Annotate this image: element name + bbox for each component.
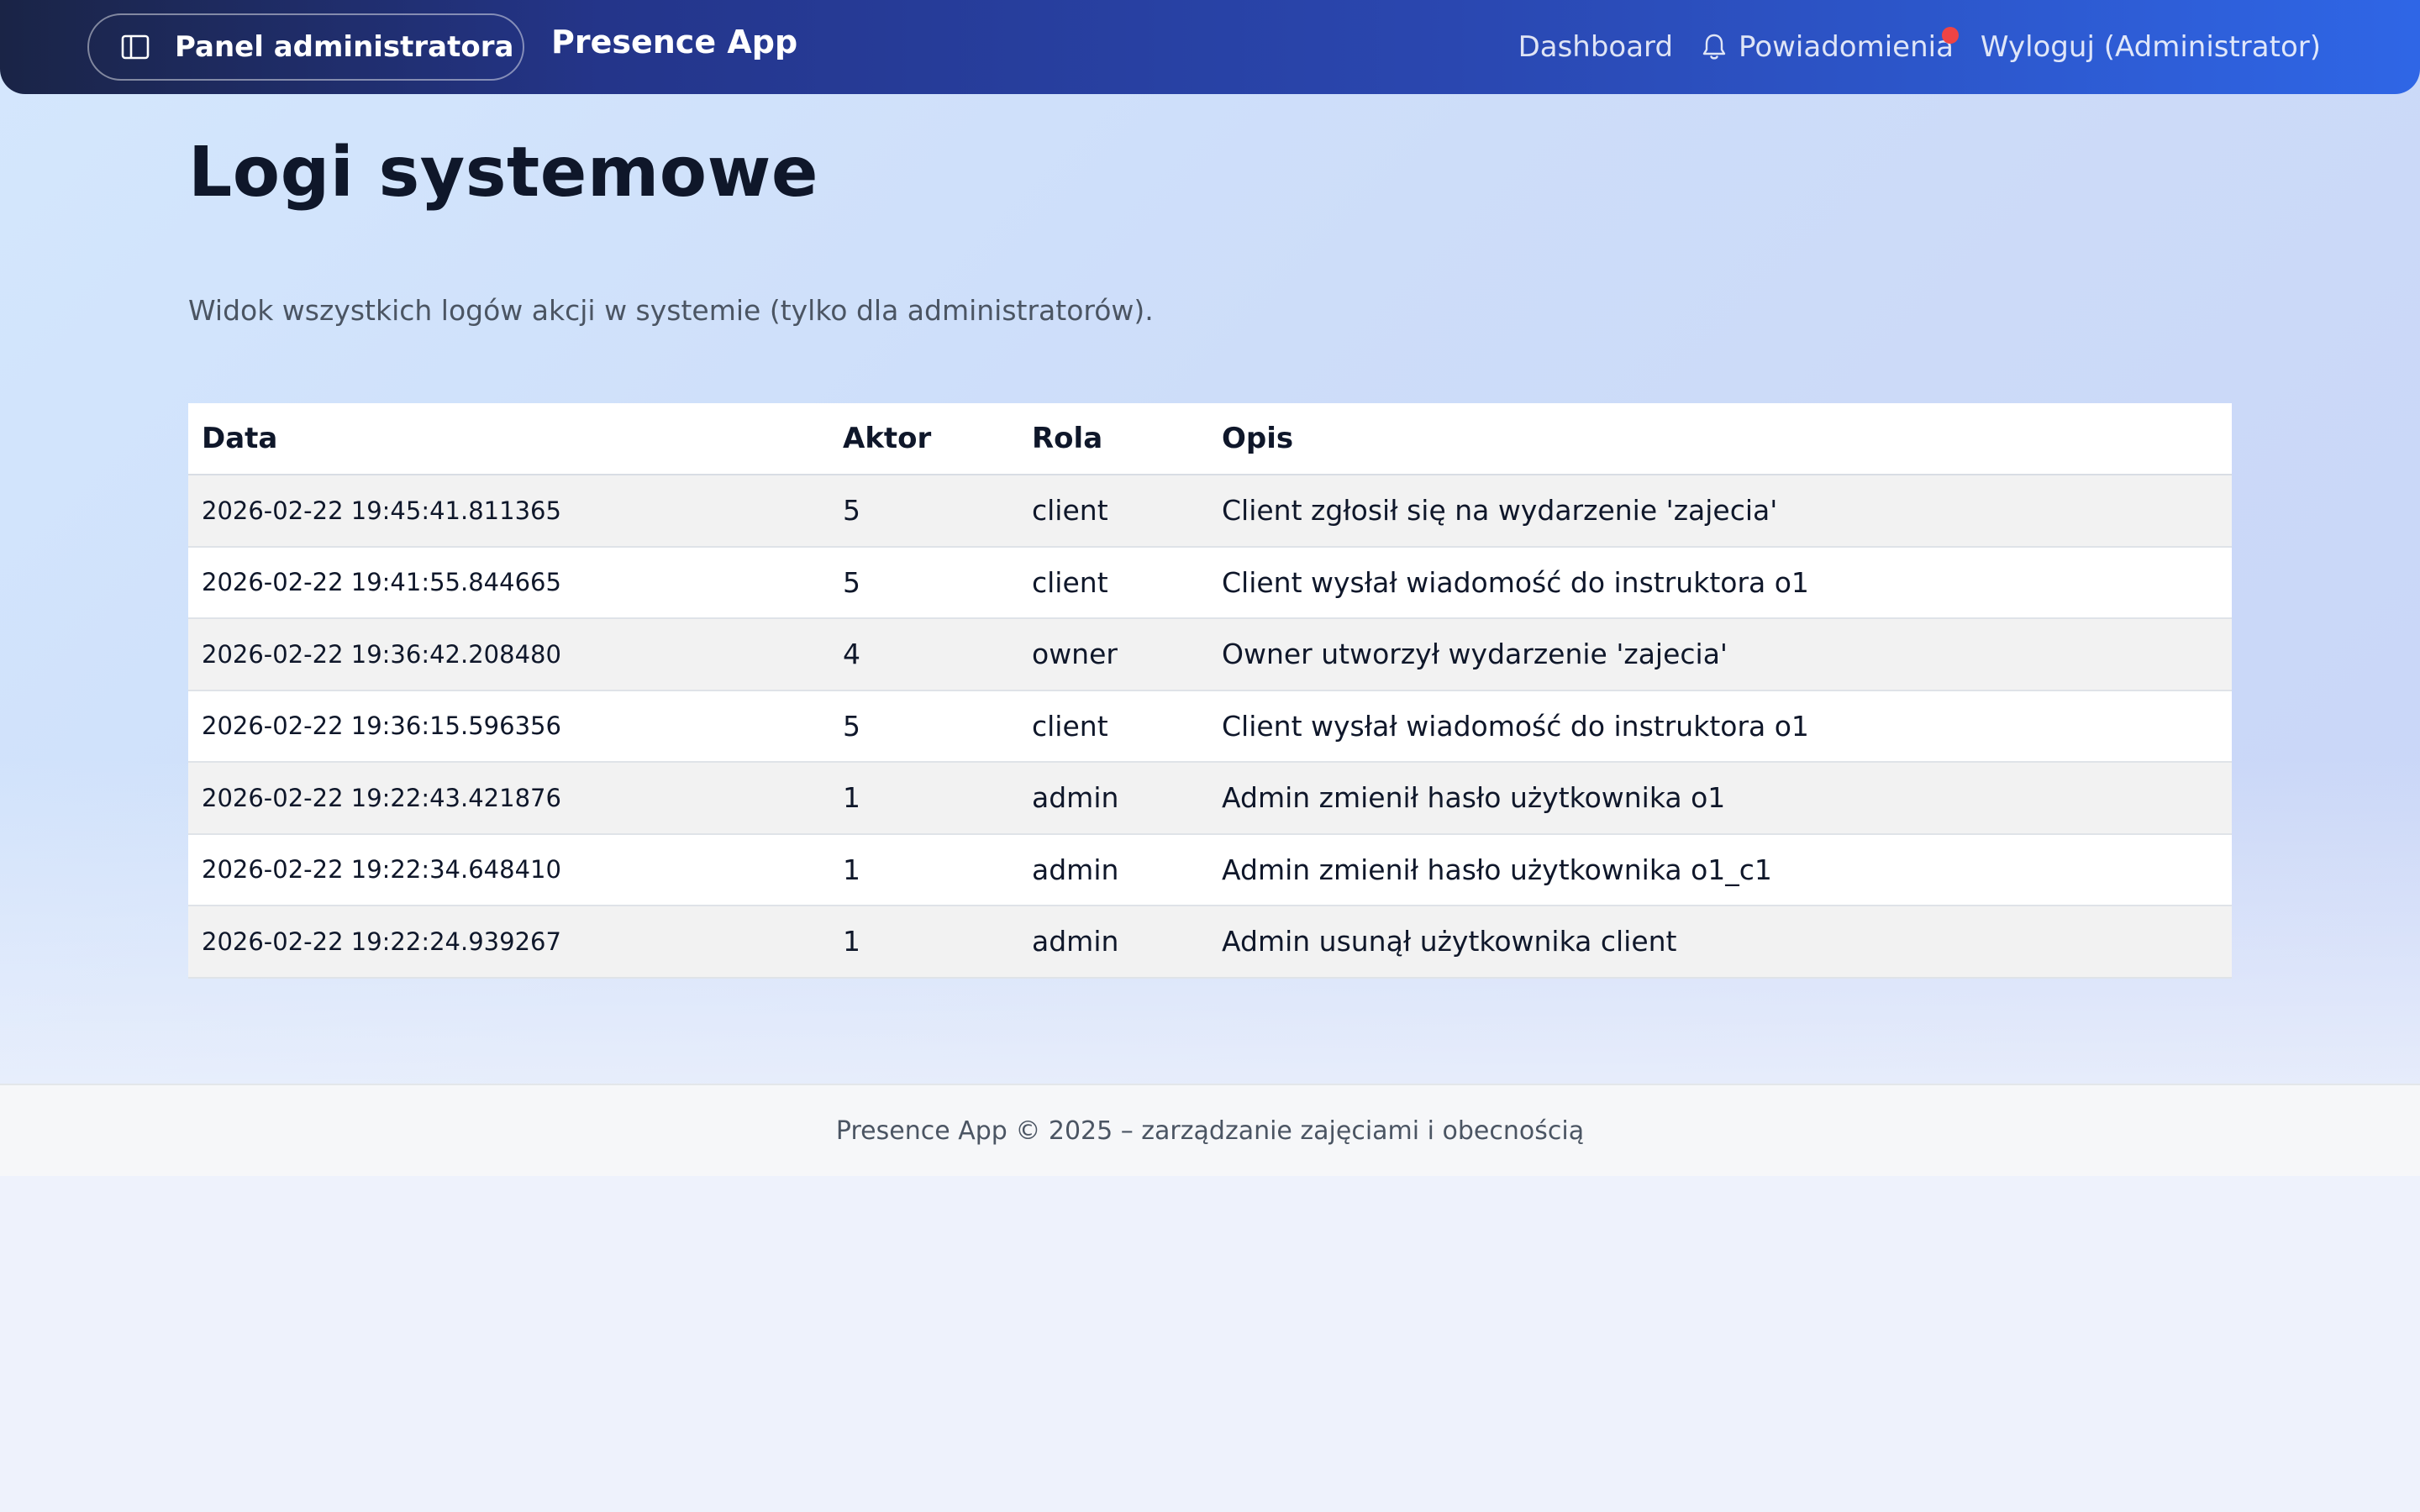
cell-date: 2026-02-22 19:45:41.811365 xyxy=(188,475,829,548)
cell-date: 2026-02-22 19:22:24.939267 xyxy=(188,906,829,979)
cell-role: admin xyxy=(1018,762,1208,835)
admin-panel-label: Panel administratora xyxy=(175,30,514,64)
cell-actor: 1 xyxy=(829,762,1018,835)
header-date: Data xyxy=(188,403,829,475)
cell-actor: 5 xyxy=(829,546,1018,619)
header-description: Opis xyxy=(1208,403,2232,475)
table-row: 2026-02-22 19:45:41.811365 5 client Clie… xyxy=(188,475,2232,548)
cell-description: Client zgłosił się na wydarzenie 'zajeci… xyxy=(1208,475,2232,548)
page-title: Logi systemowe xyxy=(188,133,818,213)
table-row: 2026-02-22 19:22:43.421876 1 admin Admin… xyxy=(188,762,2232,835)
cell-actor: 4 xyxy=(829,618,1018,691)
page-footer: Presence App © 2025 – zarządzanie zajęci… xyxy=(0,1084,2420,1176)
table-row: 2026-02-22 19:22:34.648410 1 admin Admin… xyxy=(188,833,2232,906)
cell-role: client xyxy=(1018,475,1208,548)
nav-notifications-link[interactable]: Powiadomienia xyxy=(1702,27,1959,64)
cell-description: Client wysłał wiadomość do instruktora o… xyxy=(1208,690,2232,763)
cell-date: 2026-02-22 19:22:34.648410 xyxy=(188,833,829,906)
notification-badge-dot xyxy=(1941,27,1959,44)
cell-description: Owner utworzył wydarzenie 'zajecia' xyxy=(1208,618,2232,691)
cell-role: client xyxy=(1018,690,1208,763)
cell-role: owner xyxy=(1018,618,1208,691)
cell-date: 2026-02-22 19:36:42.208480 xyxy=(188,618,829,691)
cell-actor: 1 xyxy=(829,833,1018,906)
nav-dashboard-link[interactable]: Dashboard xyxy=(1518,30,1673,64)
cell-description: Client wysłał wiadomość do instruktora o… xyxy=(1208,546,2232,619)
cell-description: Admin zmienił hasło użytkownika o1_c1 xyxy=(1208,833,2232,906)
table-row: 2026-02-22 19:22:24.939267 1 admin Admin… xyxy=(188,906,2232,979)
logout-link[interactable]: Wyloguj (Administrator) xyxy=(1981,30,2321,64)
cell-date: 2026-02-22 19:22:43.421876 xyxy=(188,762,829,835)
cell-description: Admin usunął użytkownika client xyxy=(1208,906,2232,979)
admin-panel-button[interactable]: Panel administratora xyxy=(87,13,524,81)
table-row: 2026-02-22 19:36:42.208480 4 owner Owner… xyxy=(188,618,2232,691)
table-row: 2026-02-22 19:36:15.596356 5 client Clie… xyxy=(188,690,2232,763)
page-description: Widok wszystkich logów akcji w systemie … xyxy=(188,294,1154,327)
cell-date: 2026-02-22 19:41:55.844665 xyxy=(188,546,829,619)
nav-links: Dashboard Powiadomienia Wyloguj (Adminis… xyxy=(1518,0,2321,94)
footer-text: Presence App © 2025 – zarządzanie zajęci… xyxy=(835,1116,1585,1146)
cell-actor: 1 xyxy=(829,906,1018,979)
brand-link[interactable]: Presence App xyxy=(551,24,797,60)
cell-role: client xyxy=(1018,546,1208,619)
sidebar-toggle-icon xyxy=(121,34,150,60)
cell-role: admin xyxy=(1018,906,1208,979)
notifications-label: Powiadomienia xyxy=(1739,30,1954,64)
bell-icon xyxy=(1702,34,1726,60)
header-actor: Aktor xyxy=(829,403,1018,475)
cell-actor: 5 xyxy=(829,475,1018,548)
top-navbar: Panel administratora Presence App Dashbo… xyxy=(0,0,2420,94)
table-header-row: Data Aktor Rola Opis xyxy=(188,403,2232,475)
logs-table: Data Aktor Rola Opis 2026-02-22 19:45:41… xyxy=(188,403,2232,979)
table-row: 2026-02-22 19:41:55.844665 5 client Clie… xyxy=(188,546,2232,619)
cell-actor: 5 xyxy=(829,690,1018,763)
cell-date: 2026-02-22 19:36:15.596356 xyxy=(188,690,829,763)
header-role: Rola xyxy=(1018,403,1208,475)
cell-role: admin xyxy=(1018,833,1208,906)
cell-description: Admin zmienił hasło użytkownika o1 xyxy=(1208,762,2232,835)
